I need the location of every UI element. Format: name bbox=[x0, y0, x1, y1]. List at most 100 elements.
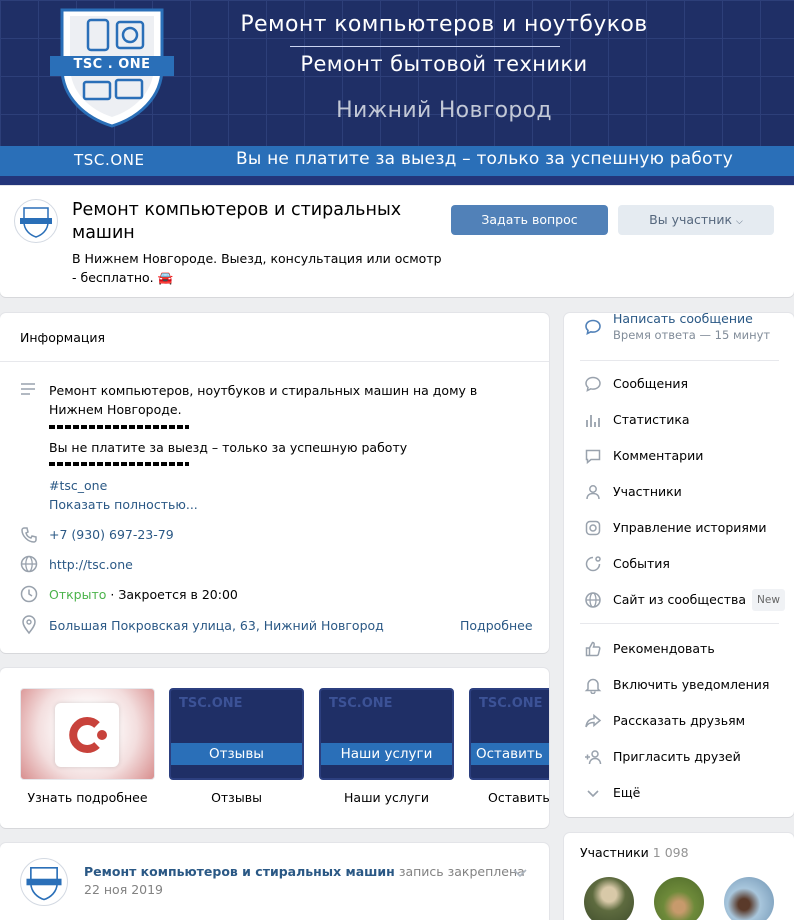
link-tile[interactable]: TSC.ONE Оставить bbox=[469, 688, 549, 780]
more-label: Ещё bbox=[613, 785, 641, 800]
comments-label: Комментарии bbox=[613, 448, 704, 463]
chevron-down-icon[interactable] bbox=[512, 867, 528, 879]
stories-label: Управление историями bbox=[613, 520, 767, 535]
open-status: Открыто bbox=[49, 587, 107, 602]
group-title: Ремонт компьютеров и стиральных машин bbox=[72, 200, 402, 243]
link-caption[interactable]: Узнать подробнее bbox=[20, 790, 155, 805]
avatar-shield-icon bbox=[26, 866, 62, 901]
info-divider bbox=[0, 361, 549, 362]
menu-item-invite[interactable]: Пригласить друзей bbox=[584, 747, 794, 767]
menu-item-site[interactable]: Сайт из сообщества New bbox=[584, 589, 794, 611]
members-label: Участники bbox=[613, 484, 682, 499]
member-avatar[interactable] bbox=[724, 877, 774, 920]
link-tile[interactable]: TSC.ONE Наши услуги bbox=[319, 688, 454, 780]
globe-icon bbox=[20, 555, 38, 573]
hashtag-link[interactable]: #tsc_one bbox=[49, 476, 107, 495]
thumbs-up-icon bbox=[585, 641, 601, 657]
cover-divider bbox=[290, 46, 560, 47]
cover-slogan: Вы не платите за выезд – только за успеш… bbox=[236, 149, 734, 169]
membership-button[interactable]: Вы участник ⌵ bbox=[618, 205, 774, 235]
tile-band: Наши услуги bbox=[321, 743, 452, 765]
tile-mark: TSC.ONE bbox=[479, 696, 543, 711]
link-caption[interactable]: Оставить з bbox=[488, 790, 549, 805]
address-details-link[interactable]: Подробнее bbox=[460, 616, 533, 635]
pinned-post bbox=[0, 843, 549, 920]
menu-item-stats[interactable]: Статистика bbox=[584, 410, 794, 430]
events-icon bbox=[585, 556, 601, 572]
opening-hours[interactable]: Открыто · Закроется в 20:00 bbox=[49, 585, 238, 604]
menu-item-share[interactable]: Рассказать друзьям bbox=[584, 711, 794, 731]
tile-band: Оставить bbox=[471, 743, 549, 765]
cover-strip-bottom bbox=[0, 176, 794, 186]
globe-icon bbox=[585, 592, 601, 608]
stats-icon bbox=[586, 415, 600, 427]
address-link[interactable]: Большая Покровская улица, 63, Нижний Нов… bbox=[49, 616, 384, 635]
invite-label: Пригласить друзей bbox=[613, 749, 741, 764]
cover-subheadline: Ремонт бытовой техники bbox=[300, 52, 588, 76]
menu-divider bbox=[580, 360, 779, 361]
group-status: В Нижнем Новгороде. Выезд, консультация … bbox=[72, 251, 442, 285]
member-avatar[interactable] bbox=[584, 877, 634, 920]
link-tile[interactable] bbox=[20, 688, 155, 780]
share-arrow-icon bbox=[585, 713, 602, 728]
menu-item-events[interactable]: События bbox=[584, 554, 794, 574]
write-message-item[interactable]: Написать сообщение Время ответа — 15 мин… bbox=[584, 311, 794, 342]
members-heading[interactable]: Участники 1 098 bbox=[580, 845, 689, 860]
menu-item-comments[interactable]: Комментарии bbox=[584, 446, 794, 466]
chat-bubble-icon bbox=[585, 319, 601, 335]
bell-icon bbox=[584, 678, 602, 694]
user-icon bbox=[586, 485, 600, 500]
show-more-link[interactable]: Показать полностью... bbox=[49, 495, 198, 514]
link-tile[interactable]: TSC.ONE Отзывы bbox=[169, 688, 304, 780]
write-message-label: Написать сообщение bbox=[613, 311, 753, 326]
new-badge: New bbox=[752, 589, 785, 611]
notify-label: Включить уведомления bbox=[613, 677, 770, 692]
link-caption[interactable]: Отзывы bbox=[169, 790, 304, 805]
avatar-shield-icon bbox=[20, 207, 52, 238]
c-logo-icon bbox=[69, 717, 107, 753]
comment-icon bbox=[585, 449, 601, 465]
clock-icon bbox=[20, 585, 38, 603]
menu-item-more[interactable]: Ещё bbox=[584, 783, 794, 803]
share-label: Рассказать друзьям bbox=[613, 713, 746, 728]
post-author-link[interactable]: Ремонт компьютеров и стиральных машин bbox=[84, 864, 395, 879]
post-header: Ремонт компьютеров и стиральных машин за… bbox=[84, 864, 525, 879]
member-avatar[interactable] bbox=[654, 877, 704, 920]
dash-separator bbox=[49, 425, 189, 429]
write-message-text: Написать сообщение Время ответа — 15 мин… bbox=[613, 310, 770, 344]
members-heading-label: Участники bbox=[580, 845, 649, 860]
site-label: Сайт из сообщества bbox=[613, 592, 747, 607]
menu-item-stories[interactable]: Управление историями bbox=[584, 518, 794, 538]
group-avatar[interactable] bbox=[14, 199, 58, 243]
menu-item-recommend[interactable]: Рекомендовать bbox=[584, 639, 794, 659]
cover-logo-text: TSC . ONE bbox=[73, 57, 151, 72]
closing-time: · Закроется в 20:00 bbox=[110, 587, 238, 602]
events-label: События bbox=[613, 556, 670, 571]
info-description: Ремонт компьютеров, ноутбуков и стиральн… bbox=[49, 383, 478, 417]
post-action: запись закреплена bbox=[398, 864, 525, 879]
membership-label: Вы участник bbox=[649, 212, 733, 227]
message-icon bbox=[585, 376, 601, 392]
website-link[interactable]: http://tsc.one bbox=[49, 555, 133, 574]
cover-site: TSC.ONE bbox=[74, 151, 145, 169]
info-heading: Информация bbox=[20, 330, 106, 345]
brand-logo-icon bbox=[55, 703, 119, 767]
ask-question-button[interactable]: Задать вопрос bbox=[451, 205, 608, 235]
stats-label: Статистика bbox=[613, 412, 690, 427]
phone-link[interactable]: +7 (930) 697-23-79 bbox=[49, 525, 174, 544]
post-author-avatar[interactable] bbox=[20, 858, 68, 906]
tile-band: Отзывы bbox=[171, 743, 302, 765]
members-count: 1 098 bbox=[652, 845, 689, 860]
post-date[interactable]: 22 ноя 2019 bbox=[84, 882, 163, 897]
link-caption[interactable]: Наши услуги bbox=[319, 790, 454, 805]
menu-item-messages[interactable]: Сообщения bbox=[584, 374, 794, 394]
tile-mark: TSC.ONE bbox=[179, 696, 243, 711]
description-icon bbox=[21, 383, 35, 395]
menu-item-notify[interactable]: Включить уведомления bbox=[584, 675, 794, 695]
messages-label: Сообщения bbox=[613, 376, 689, 391]
add-user-icon bbox=[585, 750, 602, 765]
location-icon bbox=[22, 615, 36, 635]
menu-item-members[interactable]: Участники bbox=[584, 482, 794, 502]
chevron-down-icon: ⌵ bbox=[736, 217, 743, 227]
info-slogan: Вы не платите за выезд – только за успеш… bbox=[49, 440, 408, 455]
